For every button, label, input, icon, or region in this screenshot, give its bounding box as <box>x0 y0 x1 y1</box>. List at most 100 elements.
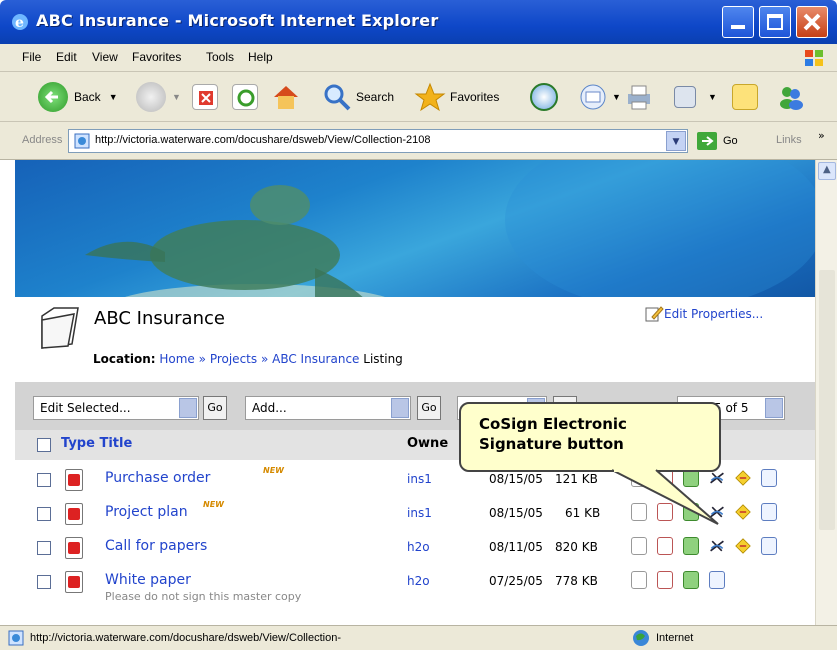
chevron-down-icon[interactable]: ▼ <box>612 92 621 102</box>
menu-file[interactable]: File <box>22 50 41 64</box>
maximize-button[interactable] <box>759 6 791 38</box>
refresh-button[interactable] <box>232 80 258 114</box>
chevron-down-icon <box>179 398 197 418</box>
breadcrumb-separator: » <box>260 352 269 366</box>
chevron-down-icon[interactable]: ▼ <box>172 92 181 102</box>
favorites-button[interactable]: Favorites <box>414 80 499 114</box>
menu-tools[interactable]: Tools <box>206 50 234 64</box>
go-button[interactable]: Go <box>696 130 738 152</box>
globe-icon <box>633 630 649 646</box>
edit-selected-dropdown[interactable]: Edit Selected... <box>33 396 199 420</box>
window-title: ABC Insurance - Microsoft Internet Explo… <box>36 11 439 30</box>
edit-icon[interactable] <box>631 571 647 589</box>
close-button[interactable] <box>796 6 828 38</box>
pdf-file-icon <box>65 537 83 559</box>
breadcrumb-projects[interactable]: Projects <box>210 352 257 366</box>
chevron-down-icon[interactable]: ▼ <box>109 92 118 102</box>
menu-favorites[interactable]: Favorites <box>132 50 181 64</box>
history-icon <box>530 83 558 111</box>
svg-text:e: e <box>15 15 24 31</box>
row-checkbox[interactable] <box>37 541 51 555</box>
owner-link[interactable]: ins1 <box>407 472 432 486</box>
address-url: http://victoria.waterware.com/docushare/… <box>95 134 431 146</box>
back-button[interactable]: Back ▼ <box>38 80 118 114</box>
document-icon[interactable] <box>761 469 777 487</box>
print-button[interactable] <box>624 80 654 114</box>
forward-button[interactable]: ▼ <box>136 80 181 114</box>
cosign-signature-icon[interactable] <box>709 537 725 555</box>
add-dropdown[interactable]: Add... <box>245 396 411 420</box>
address-dropdown[interactable]: ▼ <box>666 131 686 151</box>
print-icon <box>628 85 650 110</box>
document-icon[interactable] <box>761 537 777 555</box>
scroll-thumb[interactable] <box>819 270 835 530</box>
document-icon[interactable] <box>709 571 725 589</box>
row-checkbox[interactable] <box>37 507 51 521</box>
menu-view[interactable]: View <box>92 50 118 64</box>
star-icon <box>414 82 446 112</box>
document-title-link[interactable]: White paper <box>105 572 191 588</box>
document-title-link[interactable]: Purchase order <box>105 470 210 486</box>
menu-help[interactable]: Help <box>248 50 273 64</box>
pdf-file-icon <box>65 571 83 593</box>
breadcrumb-abc-insurance[interactable]: ABC Insurance <box>272 352 359 366</box>
verify-signature-icon[interactable] <box>735 469 751 487</box>
chevron-up-icon: ▲ <box>823 164 831 175</box>
breadcrumb-home[interactable]: Home <box>159 352 194 366</box>
verify-signature-icon[interactable] <box>735 503 751 521</box>
scroll-up-button[interactable]: ▲ <box>818 162 836 180</box>
edit-icon <box>645 306 664 322</box>
file-size: 121 KB <box>555 472 598 486</box>
notes-button[interactable] <box>732 80 758 114</box>
edit-button[interactable]: ▼ <box>674 80 717 114</box>
callout-pointer <box>611 466 719 525</box>
messenger-button[interactable] <box>776 80 806 114</box>
stop-button[interactable] <box>192 80 218 114</box>
edit-properties-link[interactable]: Edit Properties... <box>644 305 763 323</box>
home-icon <box>274 86 298 109</box>
address-input[interactable]: http://victoria.waterware.com/docushare/… <box>68 129 688 153</box>
edit-icon[interactable] <box>631 537 647 555</box>
edit-go-button[interactable]: Go <box>203 396 227 420</box>
add-value: Add... <box>252 401 287 415</box>
links-label[interactable]: Links <box>776 134 802 146</box>
vertical-scrollbar[interactable]: ▲ <box>815 160 837 625</box>
stop-icon <box>192 84 218 110</box>
toolbar: Back ▼ ▼ Search Favorites ▼ ▼ <box>0 72 837 122</box>
document-icon[interactable] <box>761 503 777 521</box>
chevron-down-icon[interactable]: ▼ <box>708 92 717 102</box>
history-button[interactable] <box>530 80 558 114</box>
favorites-label: Favorites <box>450 90 500 104</box>
status-bar: http://victoria.waterware.com/docushare/… <box>0 625 837 650</box>
title-bar: e ABC Insurance - Microsoft Internet Exp… <box>0 0 837 44</box>
owner-header[interactable]: Owne <box>407 436 448 451</box>
copy-icon[interactable] <box>683 537 699 555</box>
table-row: White paper Please do not sign this mast… <box>15 564 815 610</box>
owner-link[interactable]: h2o <box>407 574 430 588</box>
add-go-button[interactable]: Go <box>417 396 441 420</box>
search-label: Search <box>356 90 395 104</box>
verify-signature-icon[interactable] <box>735 537 751 555</box>
owner-link[interactable]: h2o <box>407 540 430 554</box>
pdf-action-icon[interactable] <box>657 571 673 589</box>
search-button[interactable]: Search <box>322 80 394 114</box>
status-zone: Internet <box>656 632 694 644</box>
owner-link[interactable]: ins1 <box>407 506 432 520</box>
document-title-link[interactable]: Call for papers <box>105 538 207 554</box>
breadcrumb: Location: Home » Projects » ABC Insuranc… <box>93 352 403 366</box>
row-checkbox[interactable] <box>37 473 51 487</box>
document-title-link[interactable]: Project plan <box>105 504 188 520</box>
select-all-checkbox[interactable] <box>37 438 51 452</box>
pdf-action-icon[interactable] <box>657 537 673 555</box>
chevron-right-icon[interactable]: » <box>818 129 825 142</box>
new-badge: NEW <box>203 500 224 509</box>
ie-logo-icon: e <box>12 14 28 31</box>
home-button[interactable] <box>270 80 302 114</box>
copy-icon[interactable] <box>683 571 699 589</box>
row-checkbox[interactable] <box>37 575 51 589</box>
edit-properties-label: Edit Properties... <box>664 307 764 321</box>
mail-button[interactable]: ▼ <box>578 80 621 114</box>
menu-edit[interactable]: Edit <box>56 50 77 64</box>
minimize-button[interactable] <box>722 6 754 38</box>
type-title-header[interactable]: Type Title <box>61 436 132 451</box>
